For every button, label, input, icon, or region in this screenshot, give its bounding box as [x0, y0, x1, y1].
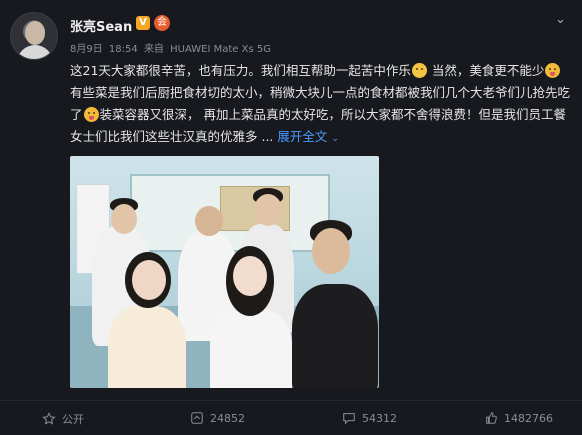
like-count: 1482766 — [504, 411, 553, 425]
comment-icon — [343, 413, 355, 425]
source-prefix: 来自 — [143, 44, 164, 55]
source-device[interactable]: HUAWEI Mate Xs 5G — [170, 44, 271, 55]
person-front-left — [108, 306, 186, 388]
expand-full-text-link[interactable]: 展开全文 ⌄ — [277, 129, 339, 144]
avatar-shoulders — [17, 45, 53, 59]
like-icon — [486, 412, 497, 424]
post-meta: 8月9日 18:54 来自 HUAWEI Mate Xs 5G — [70, 40, 274, 55]
expand-label: 展开全文 — [277, 129, 328, 144]
like-button[interactable]: 1482766 — [484, 411, 553, 425]
person-back-left-head — [111, 204, 137, 234]
repost-button[interactable]: 24852 — [190, 411, 245, 425]
post-text-part2: 当然，美食更不能少 — [427, 63, 545, 78]
star-icon — [42, 412, 56, 425]
smile-emoji-icon — [411, 63, 427, 78]
avatar-face — [25, 21, 45, 45]
action-bar: 公开 24852 54312 1482766 — [0, 400, 582, 435]
person-front-left-head — [132, 260, 166, 300]
member-badge-icon[interactable]: 会 — [154, 15, 170, 31]
post-text: 这21天大家都很辛苦，也有压力。我们相互帮助一起苦中作乐 当然，美食更不能少 有… — [70, 60, 570, 150]
expand-arrow-icon: ⌄ — [331, 134, 339, 144]
post-time[interactable]: 18:54 — [109, 44, 138, 55]
tongue-emoji-icon-2 — [83, 107, 99, 122]
weibo-post-card: 张亮Sean V 会 ⌄ 8月9日 18:54 来自 HUAWEI Mate X… — [0, 0, 582, 435]
repost-count: 24852 — [210, 411, 245, 425]
person-front-right-head — [312, 228, 350, 274]
repost-icon — [191, 412, 203, 424]
tongue-emoji-icon — [545, 63, 561, 78]
post-text-part1: 这21天大家都很辛苦，也有压力。我们相互帮助一起苦中作乐 — [70, 63, 411, 78]
post-photo[interactable] — [70, 156, 379, 388]
user-name[interactable]: 张亮Sean — [70, 16, 132, 35]
person-front-center-head — [233, 256, 267, 296]
avatar[interactable] — [10, 12, 58, 60]
comment-button[interactable]: 54312 — [342, 411, 397, 425]
favorite-label: 公开 — [62, 413, 84, 426]
person-front-right — [292, 284, 378, 388]
post-date[interactable]: 8月9日 — [70, 44, 103, 55]
favorite-button[interactable]: 公开 — [42, 411, 84, 427]
comment-count: 54312 — [362, 411, 397, 425]
person-back-right-head — [254, 194, 282, 226]
person-front-center — [210, 308, 292, 388]
person-back-center-head — [195, 206, 223, 236]
chevron-down-icon[interactable]: ⌄ — [555, 12, 566, 27]
verified-badge-icon: V — [136, 16, 150, 30]
